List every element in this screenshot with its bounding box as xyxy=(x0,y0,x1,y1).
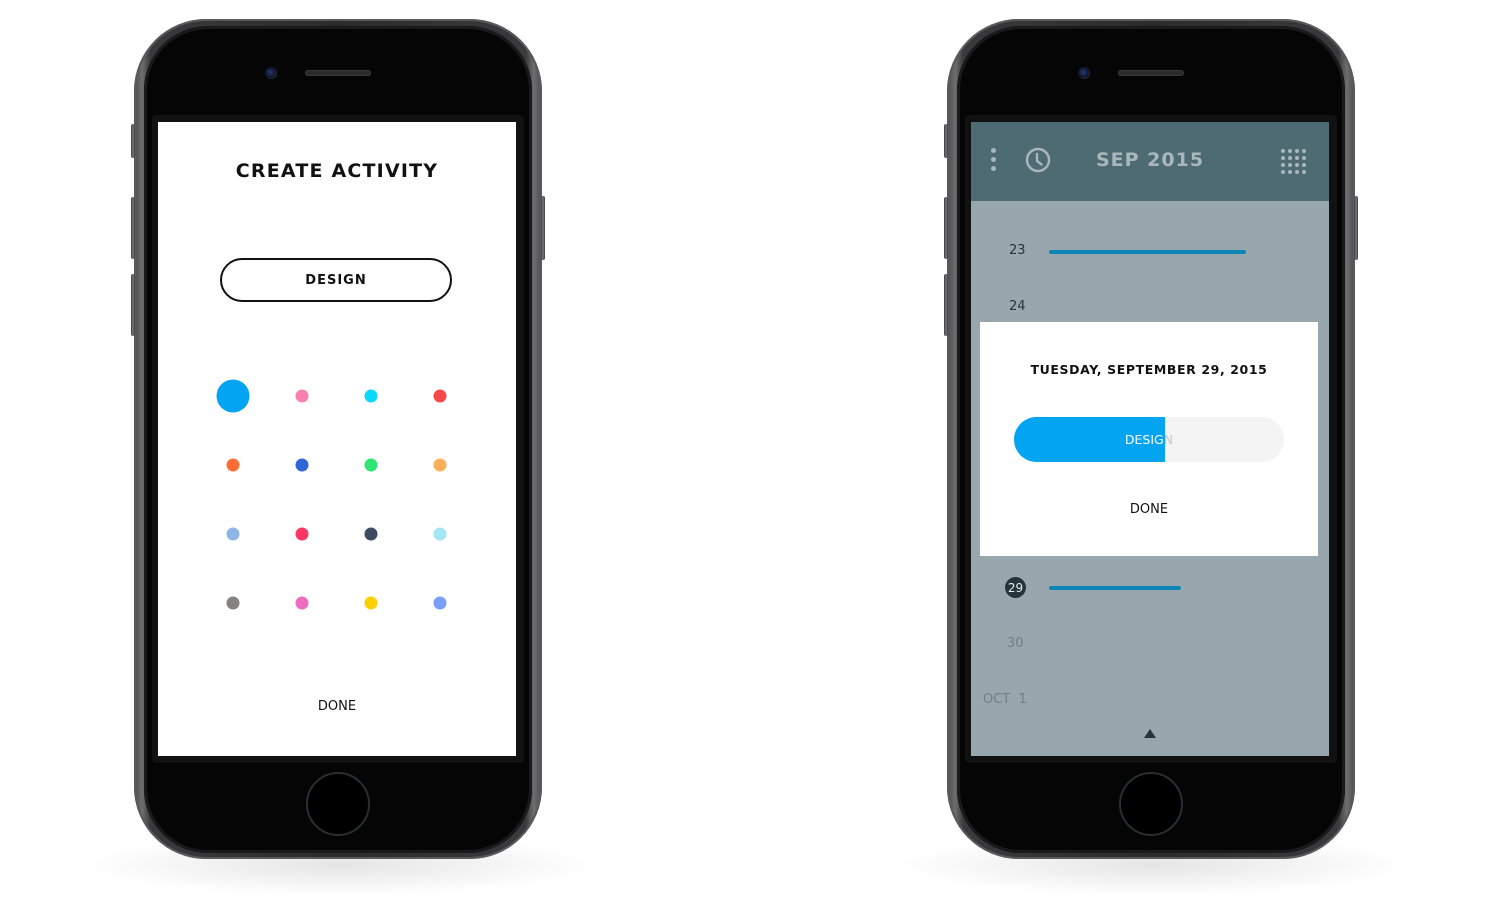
up-triangle-icon[interactable] xyxy=(1144,729,1156,738)
color-swatch[interactable] xyxy=(226,596,240,610)
activity-bar[interactable] xyxy=(1049,250,1246,254)
color-swatch[interactable] xyxy=(295,458,309,472)
home-button[interactable] xyxy=(306,772,370,836)
dot-grid-icon[interactable] xyxy=(1281,149,1307,175)
volume-down-button xyxy=(131,274,135,336)
phone-left: CREATE ACTIVITY DESIGN DONE xyxy=(131,19,545,859)
today-badge[interactable]: 29 xyxy=(1005,577,1026,598)
front-camera-icon xyxy=(1078,67,1090,79)
done-button[interactable]: DONE xyxy=(980,502,1318,517)
mute-switch xyxy=(944,124,948,158)
earpiece-speaker xyxy=(305,70,371,76)
color-swatch[interactable] xyxy=(226,527,240,541)
day-label[interactable]: 24 xyxy=(1009,299,1026,314)
color-swatch[interactable] xyxy=(295,596,309,610)
power-button xyxy=(541,196,545,260)
phone-right: SEP 2015 23 24 29 30 OCT 1 TUESDAY, SEPT… xyxy=(944,19,1358,859)
day-label[interactable]: OCT 1 xyxy=(983,692,1027,707)
color-swatch[interactable] xyxy=(216,379,250,413)
color-swatch[interactable] xyxy=(226,458,240,472)
color-swatch[interactable] xyxy=(433,458,447,472)
color-swatch[interactable] xyxy=(433,596,447,610)
color-swatch[interactable] xyxy=(364,389,378,403)
activity-label-overlay: DESIGN xyxy=(1014,417,1165,462)
color-swatch[interactable] xyxy=(364,596,378,610)
color-swatch[interactable] xyxy=(295,389,309,403)
calendar-screen: SEP 2015 23 24 29 30 OCT 1 TUESDAY, SEPT… xyxy=(971,122,1329,756)
day-label[interactable]: 30 xyxy=(1007,636,1024,651)
front-camera-icon xyxy=(265,67,277,79)
activity-progress-slider[interactable]: DESIGN DESIGN xyxy=(1014,417,1284,462)
create-activity-screen: CREATE ACTIVITY DESIGN DONE xyxy=(158,122,516,756)
day-label[interactable]: 23 xyxy=(1009,243,1026,258)
day-detail-modal: TUESDAY, SEPTEMBER 29, 2015 DESIGN DESIG… xyxy=(980,322,1318,556)
earpiece-speaker xyxy=(1118,70,1184,76)
calendar-header: SEP 2015 xyxy=(971,122,1329,201)
month-title: SEP 2015 xyxy=(1095,149,1205,171)
done-button[interactable]: DONE xyxy=(158,699,516,714)
home-button[interactable] xyxy=(1119,772,1183,836)
page-title: CREATE ACTIVITY xyxy=(235,160,439,182)
color-swatch[interactable] xyxy=(364,458,378,472)
mute-switch xyxy=(131,124,135,158)
color-swatch[interactable] xyxy=(433,527,447,541)
activity-name-field[interactable]: DESIGN xyxy=(220,258,452,302)
activity-label-highlight: DESIGN xyxy=(1124,432,1165,447)
volume-up-button xyxy=(131,197,135,259)
color-swatch[interactable] xyxy=(364,527,378,541)
volume-down-button xyxy=(944,274,948,336)
color-swatch[interactable] xyxy=(295,527,309,541)
color-swatch[interactable] xyxy=(433,389,447,403)
modal-date-title: TUESDAY, SEPTEMBER 29, 2015 xyxy=(1030,362,1268,377)
power-button xyxy=(1354,196,1358,260)
activity-bar[interactable] xyxy=(1049,586,1181,590)
volume-up-button xyxy=(944,197,948,259)
